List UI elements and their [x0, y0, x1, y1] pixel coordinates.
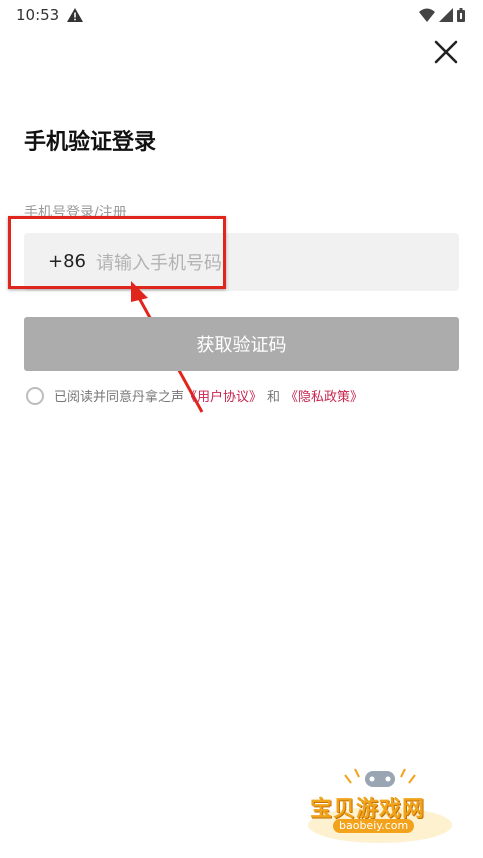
close-button[interactable] [430, 36, 462, 68]
signal-icon [439, 7, 453, 26]
annotation-highlight-box [8, 216, 226, 289]
watermark-logo: 宝贝游戏网 baobeiy.com [305, 765, 455, 845]
battery-icon [457, 7, 465, 26]
system-icons [419, 7, 465, 26]
get-verification-code-button[interactable]: 获取验证码 [24, 317, 459, 371]
warning-icon [67, 7, 83, 26]
close-icon [434, 40, 458, 64]
page-title: 手机验证登录 [24, 130, 157, 155]
status-time: 10:53 [16, 6, 60, 24]
watermark-url: baobeiy.com [333, 819, 415, 833]
agree-radio[interactable] [26, 386, 44, 405]
privacy-policy-link[interactable]: 《隐私政策》 [285, 386, 363, 405]
agreement-connector: 和 [267, 390, 281, 405]
user-agreement-link[interactable]: 《用户协议》 [184, 386, 262, 405]
agreement-row: 已阅读并同意丹拿之声 《用户协议》 和 《隐私政策》 [26, 386, 363, 405]
agreement-text: 已阅读并同意丹拿之声 [54, 390, 185, 405]
wifi-icon [419, 7, 435, 26]
status-bar: 10:53 [0, 0, 483, 30]
